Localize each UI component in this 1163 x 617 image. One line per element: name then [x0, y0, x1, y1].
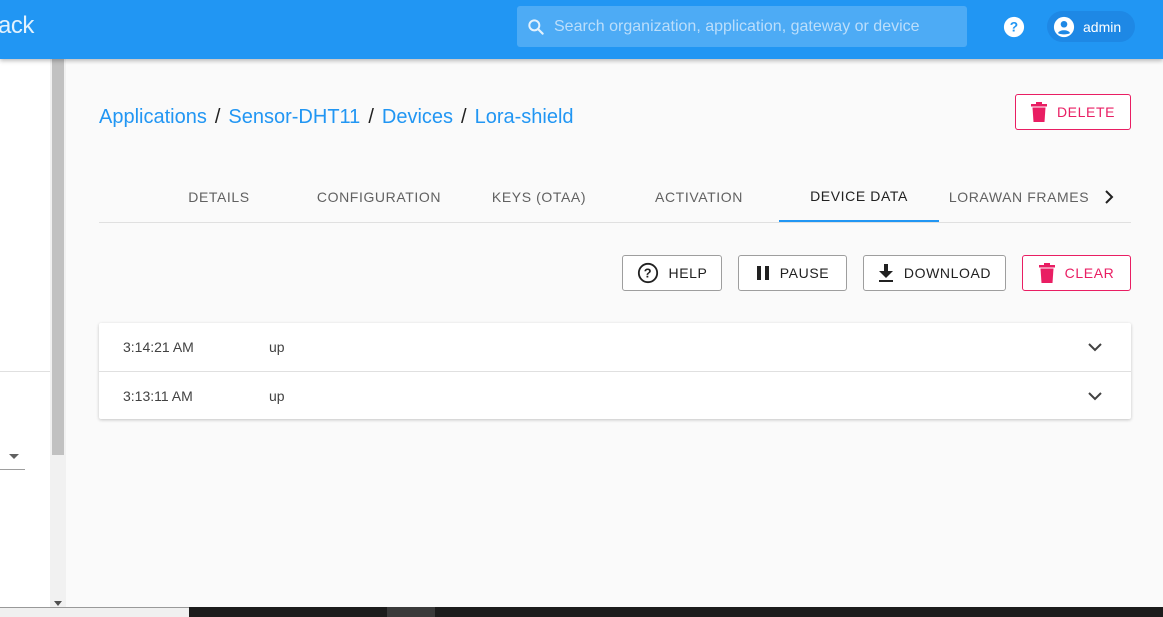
help-button[interactable]: ? HELP [622, 255, 722, 291]
event-time: 3:14:21 AM [123, 339, 194, 355]
help-button-label: HELP [668, 265, 708, 281]
tab-keys-otaa[interactable]: KEYS (OTAA) [459, 172, 619, 222]
pause-button-label: PAUSE [779, 265, 830, 281]
clear-button[interactable]: CLEAR [1022, 255, 1131, 291]
breadcrumb-device-name[interactable]: Lora-shield [475, 106, 574, 129]
sidebar [0, 59, 66, 617]
event-type: up [269, 339, 285, 355]
tab-label: DEVICE DATA [810, 188, 908, 204]
breadcrumb: Applications / Sensor-DHT11 / Devices / … [99, 106, 574, 129]
pause-icon [756, 266, 769, 280]
download-button-label: DOWNLOAD [903, 265, 992, 281]
trash-icon [1038, 263, 1055, 283]
help-icon[interactable]: ? [1003, 16, 1025, 38]
tab-configuration[interactable]: CONFIGURATION [299, 172, 459, 222]
tab-label: KEYS (OTAA) [491, 189, 587, 205]
breadcrumb-separator: / [368, 106, 374, 128]
taskbar-segment [387, 607, 435, 617]
tab-lorawan-frames[interactable]: LORAWAN FRAMES [939, 172, 1099, 222]
download-button[interactable]: DOWNLOAD [863, 255, 1006, 291]
dropdown-arrow-icon[interactable] [8, 451, 20, 461]
delete-button[interactable]: DELETE [1015, 94, 1131, 130]
tab-details[interactable]: DETAILS [139, 172, 299, 222]
sidebar-scrollbar[interactable] [50, 59, 66, 617]
search-box[interactable] [517, 6, 967, 47]
pause-button[interactable]: PAUSE [738, 255, 847, 291]
trash-icon [1030, 102, 1047, 122]
breadcrumb-devices[interactable]: Devices [382, 106, 453, 129]
tab-label: LORAWAN FRAMES [948, 189, 1090, 205]
list-item[interactable]: 3:14:21 AM up [99, 323, 1131, 371]
user-menu-button[interactable]: admin [1047, 11, 1136, 42]
user-name: admin [1083, 18, 1122, 35]
taskbar-strip [0, 607, 1163, 617]
tab-label: DETAILS [188, 189, 250, 205]
clear-button-label: CLEAR [1064, 265, 1115, 281]
breadcrumb-applications[interactable]: Applications [99, 106, 207, 129]
device-data-list: 3:14:21 AM up 3:13:11 AM up [99, 323, 1131, 419]
tab-activation[interactable]: ACTIVATION [619, 172, 779, 222]
chevron-right-icon[interactable] [1099, 187, 1119, 207]
event-type: up [269, 387, 285, 404]
account-circle-icon [1053, 16, 1075, 37]
download-icon [878, 264, 893, 282]
search-input[interactable] [554, 17, 954, 36]
list-item[interactable]: 3:13:11 AM up [99, 371, 1131, 419]
tab-label: CONFIGURATION [316, 189, 442, 205]
tab-label: ACTIVATION [655, 189, 743, 205]
top-app-bar: ack ? admin [0, 0, 1163, 59]
breadcrumb-application-name[interactable]: Sensor-DHT11 [228, 106, 360, 129]
tab-device-data[interactable]: DEVICE DATA [779, 172, 939, 222]
svg-text:?: ? [643, 266, 651, 281]
device-tabs: DETAILS CONFIGURATION KEYS (OTAA) ACTIVA… [99, 172, 1131, 223]
breadcrumb-separator: / [461, 106, 467, 128]
delete-button-label: DELETE [1056, 104, 1116, 120]
search-icon [528, 18, 544, 35]
sidebar-divider [0, 371, 50, 372]
svg-text:?: ? [1010, 20, 1018, 35]
chevron-down-icon[interactable] [1085, 337, 1105, 357]
help-circle-icon: ? [637, 262, 658, 284]
brand-logo-text[interactable]: ack [0, 12, 34, 40]
event-time: 3:13:11 AM [123, 387, 193, 404]
breadcrumb-separator: / [214, 106, 221, 128]
scrollbar-thumb[interactable] [52, 59, 64, 455]
chevron-down-icon[interactable] [1085, 386, 1105, 406]
taskbar-segment [0, 607, 189, 617]
organization-select[interactable] [0, 469, 25, 470]
